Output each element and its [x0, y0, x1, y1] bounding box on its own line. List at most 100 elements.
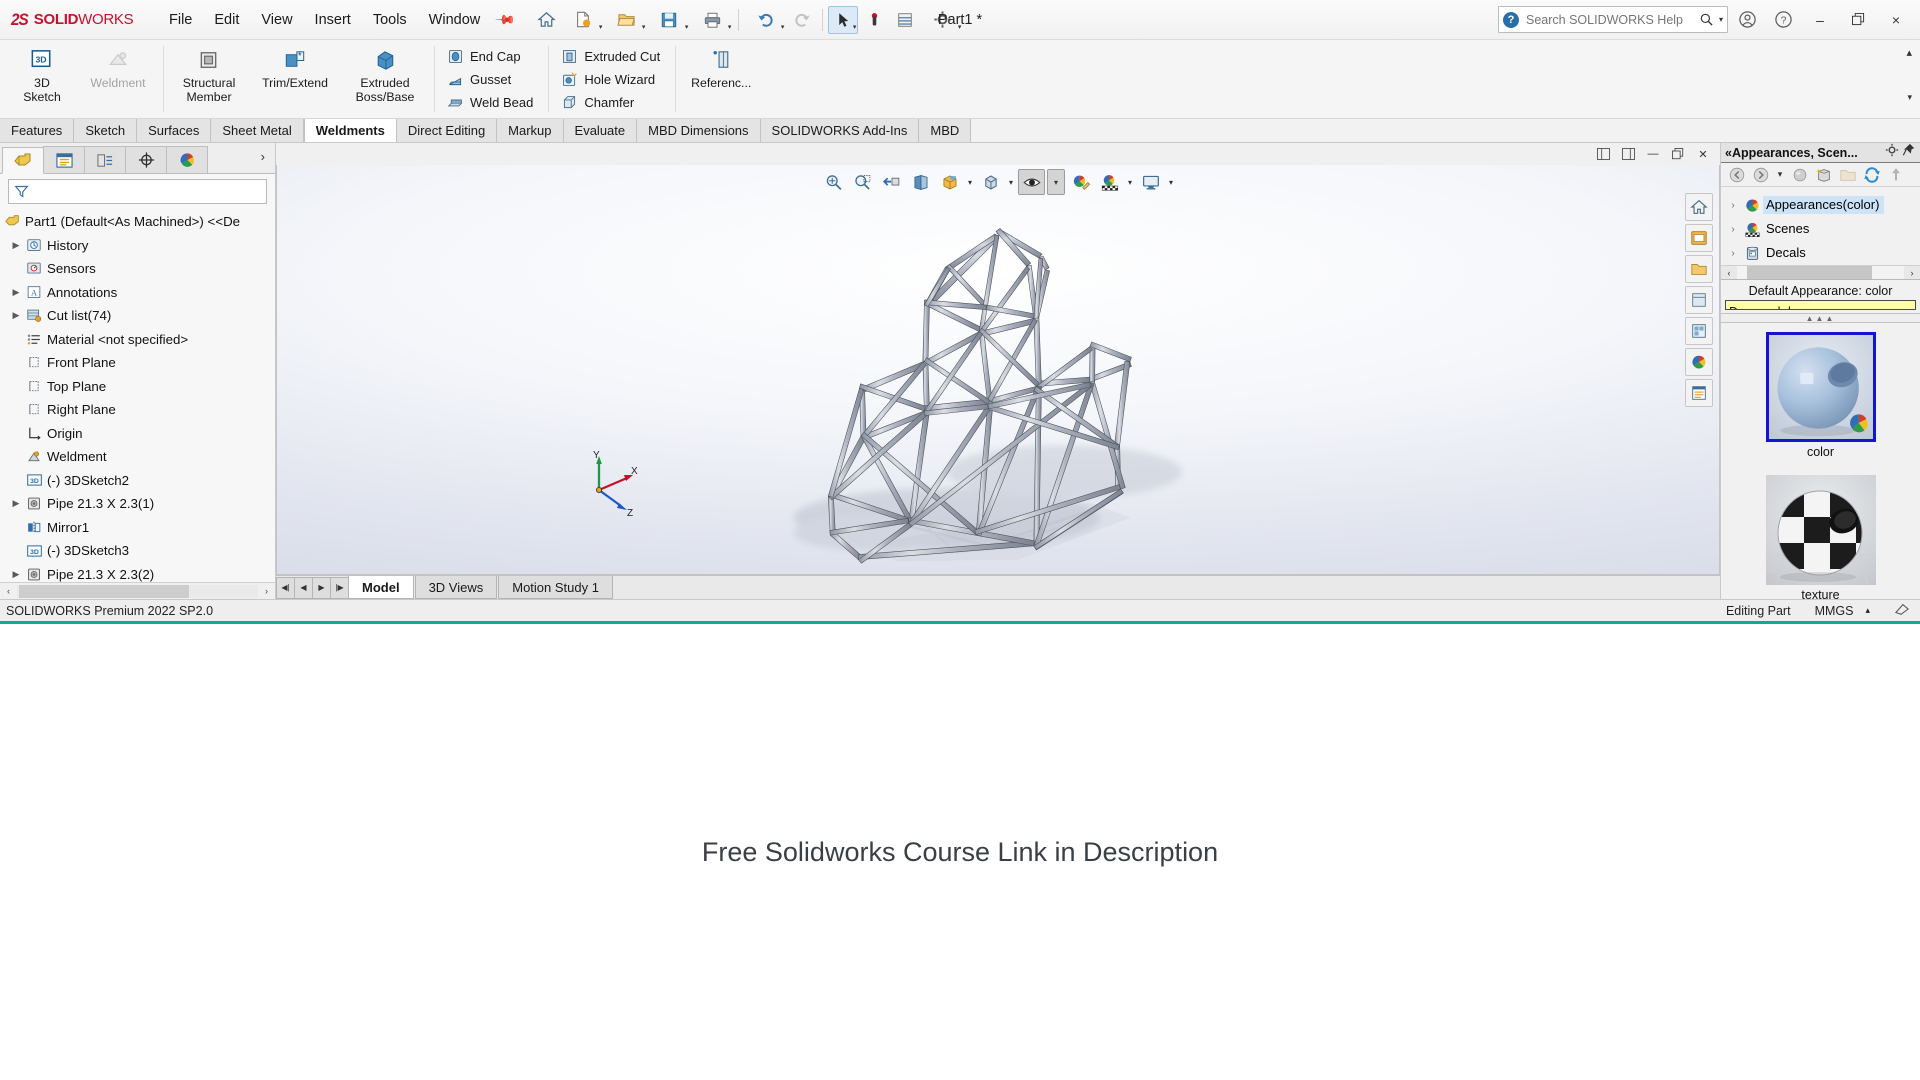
pin-icon[interactable]: [1902, 143, 1916, 162]
graphics-viewport[interactable]: ▾ ▾ ▾ ▾: [276, 165, 1720, 575]
scroll-right-icon[interactable]: ›: [1904, 268, 1920, 278]
chevron-down-icon[interactable]: ▾: [685, 23, 689, 31]
expand-arrow-icon[interactable]: ▶: [8, 287, 24, 298]
chevron-down-icon[interactable]: ▾: [728, 23, 732, 31]
hud-zoom-to-area-button[interactable]: [849, 169, 876, 195]
tab-evaluate[interactable]: Evaluate: [564, 119, 638, 142]
hud-display-style-button[interactable]: [977, 169, 1004, 195]
gear-icon[interactable]: [1885, 143, 1899, 162]
appearance-swatch-texture[interactable]: texture: [1721, 459, 1920, 602]
ribbon-weldment-button[interactable]: Weldment: [80, 42, 156, 91]
menu-edit[interactable]: Edit: [203, 7, 250, 33]
tab-sketch[interactable]: Sketch: [74, 119, 137, 142]
document-restore-icon[interactable]: [1667, 145, 1689, 163]
hud-previous-view-button[interactable]: [878, 169, 905, 195]
rp-forward-button[interactable]: [1749, 163, 1772, 186]
tree-item-top-plane[interactable]: Top Plane: [0, 375, 275, 399]
panel-tab-property-manager[interactable]: [43, 146, 85, 173]
scrollbar-thumb[interactable]: [1747, 266, 1872, 279]
panel-tab-feature-manager[interactable]: [2, 147, 44, 174]
ribbon-overflow-caret-icon[interactable]: ▾: [1907, 92, 1912, 103]
tree-item-cut-list[interactable]: ▶ Cut list(74): [0, 304, 275, 328]
dock-resources-button[interactable]: [1685, 224, 1713, 252]
rp-open-folder-button[interactable]: [1836, 163, 1859, 186]
qat-options-button[interactable]: ▾: [921, 6, 963, 34]
tree-item-3dsketch3[interactable]: 3D (-) 3DSketch3: [0, 539, 275, 563]
panel-gripper[interactable]: ▲▲▲: [1721, 313, 1920, 323]
tile-horizontally-icon[interactable]: [1592, 145, 1614, 163]
qat-new-document-button[interactable]: ▾: [562, 6, 604, 34]
dock-design-library-button[interactable]: [1685, 255, 1713, 283]
scrollbar-track[interactable]: [1737, 266, 1904, 279]
tab-features[interactable]: Features: [0, 119, 74, 142]
ribbon-3d-sketch-button[interactable]: 3D 3DSketch: [4, 42, 80, 105]
feature-tree-horizontal-scrollbar[interactable]: ‹ ›: [0, 582, 275, 599]
chevron-down-icon[interactable]: ▾: [1719, 15, 1723, 24]
expand-arrow-icon[interactable]: ▶: [8, 569, 24, 580]
tree-item-sensors[interactable]: Sensors: [0, 257, 275, 281]
dock-view-palette-button[interactable]: [1685, 317, 1713, 345]
rp-appearance-button[interactable]: [1788, 163, 1811, 186]
menu-tools[interactable]: Tools: [362, 7, 418, 33]
rp-refresh-button[interactable]: [1860, 163, 1883, 186]
ribbon-extruded-cut-button[interactable]: Extruded Cut: [556, 45, 668, 68]
tree-item-right-plane[interactable]: Right Plane: [0, 398, 275, 422]
bottom-tab-3d-views[interactable]: 3D Views: [415, 576, 498, 599]
units-caret-icon[interactable]: ▴: [1865, 605, 1870, 616]
hud-edit-appearance-button[interactable]: [1067, 169, 1094, 195]
feature-tree-filter[interactable]: [8, 179, 267, 204]
ribbon-gusset-button[interactable]: Gusset: [442, 68, 541, 91]
menu-view[interactable]: View: [250, 7, 303, 33]
qat-save-button[interactable]: ▾: [648, 6, 690, 34]
chevron-down-icon[interactable]: ▾: [1006, 178, 1016, 187]
panel-tab-display-manager[interactable]: [166, 146, 208, 173]
chevron-down-icon[interactable]: ▾: [781, 23, 785, 31]
dock-home-view-button[interactable]: [1685, 193, 1713, 221]
bottom-tab-motion-study-1[interactable]: Motion Study 1: [498, 576, 613, 599]
search-input[interactable]: [1524, 12, 1694, 28]
qat-select-button[interactable]: ▾: [828, 6, 858, 34]
dock-appearances-scenes-button[interactable]: [1685, 348, 1713, 376]
expand-arrow-icon[interactable]: ›: [1725, 200, 1741, 211]
qat-home-button[interactable]: [531, 6, 561, 34]
ribbon-extruded-boss-button[interactable]: ExtrudedBoss/Base: [343, 42, 427, 105]
rp-tree-scenes[interactable]: › Scenes: [1721, 217, 1920, 241]
bottom-tab-model[interactable]: Model: [348, 576, 414, 599]
chevron-down-icon[interactable]: ▾: [958, 23, 962, 31]
tree-item-part[interactable]: Part1 (Default<As Machined>) <<De: [0, 210, 275, 234]
swatch-color-thumbnail[interactable]: [1766, 332, 1876, 442]
menu-file[interactable]: File: [158, 7, 203, 33]
chevron-down-icon[interactable]: ▾: [965, 178, 975, 187]
document-close-icon[interactable]: ✕: [1692, 145, 1714, 163]
tile-vertically-icon[interactable]: [1617, 145, 1639, 163]
tab-direct-editing[interactable]: Direct Editing: [397, 119, 497, 142]
next-tab-icon[interactable]: ▶: [312, 577, 331, 599]
tree-item-origin[interactable]: Origin: [0, 422, 275, 446]
pin-icon[interactable]: 📌: [494, 8, 517, 31]
appearance-swatch-color[interactable]: color: [1721, 323, 1920, 459]
scrollbar-track[interactable]: [17, 585, 258, 598]
help-search-box[interactable]: ? ▾: [1498, 6, 1728, 33]
help-question-icon[interactable]: ?: [1766, 5, 1800, 35]
sketch-status-icon[interactable]: [1894, 602, 1910, 619]
expand-arrow-icon[interactable]: ▶: [8, 240, 24, 251]
appearances-horizontal-scrollbar[interactable]: ‹ ›: [1721, 265, 1920, 280]
status-units[interactable]: MMGS: [1815, 604, 1854, 618]
window-minimize-button[interactable]: –: [1802, 4, 1838, 36]
ribbon-reference-geometry-button[interactable]: Referenc...: [683, 42, 759, 91]
weldment-frame-model[interactable]: [277, 165, 1719, 574]
last-tab-icon[interactable]: |▶: [330, 577, 349, 599]
ribbon-structural-member-button[interactable]: StructuralMember: [171, 42, 247, 105]
hud-viewport-display-button[interactable]: [1137, 169, 1164, 195]
expand-arrow-icon[interactable]: ›: [1725, 248, 1741, 259]
tree-item-pipe-2[interactable]: ▶ Pipe 21.3 X 2.3(2): [0, 563, 275, 583]
tree-item-material[interactable]: Material <not specified>: [0, 328, 275, 352]
qat-section-button[interactable]: [890, 6, 920, 34]
panel-expand-chevron-icon[interactable]: ›: [261, 149, 265, 164]
tab-solidworks-add-ins[interactable]: SOLIDWORKS Add-Ins: [761, 119, 920, 142]
ribbon-collapse-caret-icon[interactable]: ▴: [1906, 46, 1912, 59]
tab-mbd-dimensions[interactable]: MBD Dimensions: [637, 119, 760, 142]
ribbon-chamfer-button[interactable]: Chamfer: [556, 91, 668, 114]
hud-apply-scene-button[interactable]: [1096, 169, 1123, 195]
document-minimize-icon[interactable]: —: [1642, 145, 1664, 163]
